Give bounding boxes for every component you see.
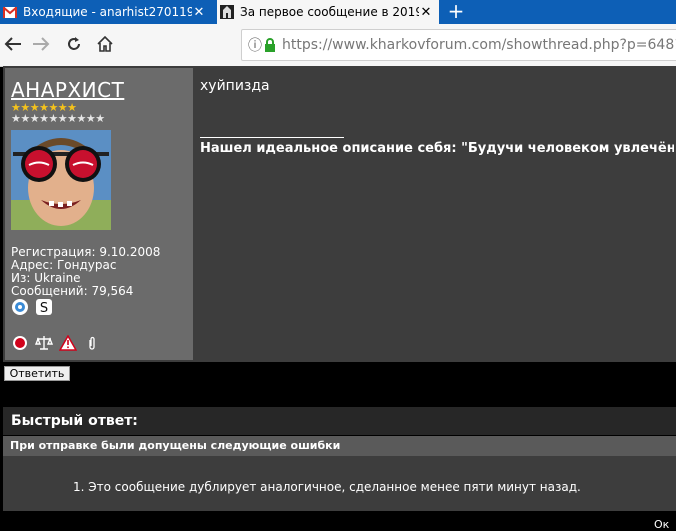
skype-icon[interactable]: S [35,298,53,316]
report-warning-icon[interactable] [59,334,77,352]
gmail-icon [3,5,17,19]
attachment-icon[interactable] [83,334,101,352]
contact-icons: S [11,297,53,317]
info-icon[interactable]: ⓘ [248,35,262,55]
home-button[interactable] [92,32,118,58]
user-address: Адрес: Гондурас [11,258,117,272]
ok-button[interactable]: Ок [654,518,669,531]
signature: Нашел идеальное описание себя: "Будучи ч… [200,141,674,156]
tab-forum[interactable]: За первое сообщение в 2019 г ✕ [217,0,439,24]
reputation-stars-grey: ★★★★★★★★★★ [11,112,105,125]
home-icon [97,33,113,57]
user-from: Из: Ukraine [11,271,81,285]
back-button[interactable] [0,32,26,58]
icq-icon[interactable] [11,298,29,316]
post-message: хуйпизда Нашел идеальное описание себя: … [196,68,674,360]
error-item: 1. Это сообщение дублирует аналогичное, … [73,480,581,494]
reply-button[interactable]: Ответить [4,366,70,381]
lock-icon[interactable] [264,36,276,54]
reputation-scales-icon[interactable] [35,334,53,352]
user-post-count: Сообщений: 79,564 [11,284,134,298]
signature-divider [200,137,344,138]
forward-arrow-icon [32,33,50,57]
new-tab-button[interactable]: + [444,0,468,24]
post-action-icons [11,333,101,353]
user-registration: Регистрация: 9.10.2008 [11,245,161,259]
tab-title: За первое сообщение в 2019 г [240,5,419,19]
url-bar[interactable]: ⓘ https://www.kharkovforum.com/showthrea… [241,29,676,61]
nav-bar: ⓘ https://www.kharkovforum.com/showthrea… [0,24,676,67]
url-path: /showthread.php?p=6481096 [501,37,676,53]
offline-status-icon [11,334,29,352]
avatar[interactable] [11,130,111,230]
tab-inbox[interactable]: Входящие - anarhist27011980@ ✕ [0,0,212,24]
close-tab-icon[interactable]: ✕ [419,5,433,20]
post-body: хуйпизда [200,78,270,94]
error-header: При отправке были допущены следующие оши… [3,436,676,456]
back-arrow-icon [4,33,22,57]
reload-button[interactable] [61,32,87,58]
tab-strip: Входящие - anarhist27011980@ ✕ За первое… [0,0,676,24]
close-tab-icon[interactable]: ✕ [192,5,206,20]
quick-reply-header: Быстрый ответ: [3,407,676,435]
forum-favicon [220,5,234,19]
url-host: https://www.kharkovforum.com [282,37,502,53]
svg-text:S: S [40,301,48,316]
forum-post: АНАРХИСТ ★★★★★★★ ★★★★★★★★★★ Регистрация:… [3,66,676,362]
forward-button[interactable] [28,32,54,58]
tab-title: Входящие - anarhist27011980@ [23,5,192,19]
user-panel: АНАРХИСТ ★★★★★★★ ★★★★★★★★★★ Регистрация:… [5,68,193,360]
error-list: 1. Это сообщение дублирует аналогичное, … [3,456,676,511]
reload-icon [66,33,82,57]
username-link[interactable]: АНАРХИСТ [11,78,124,102]
